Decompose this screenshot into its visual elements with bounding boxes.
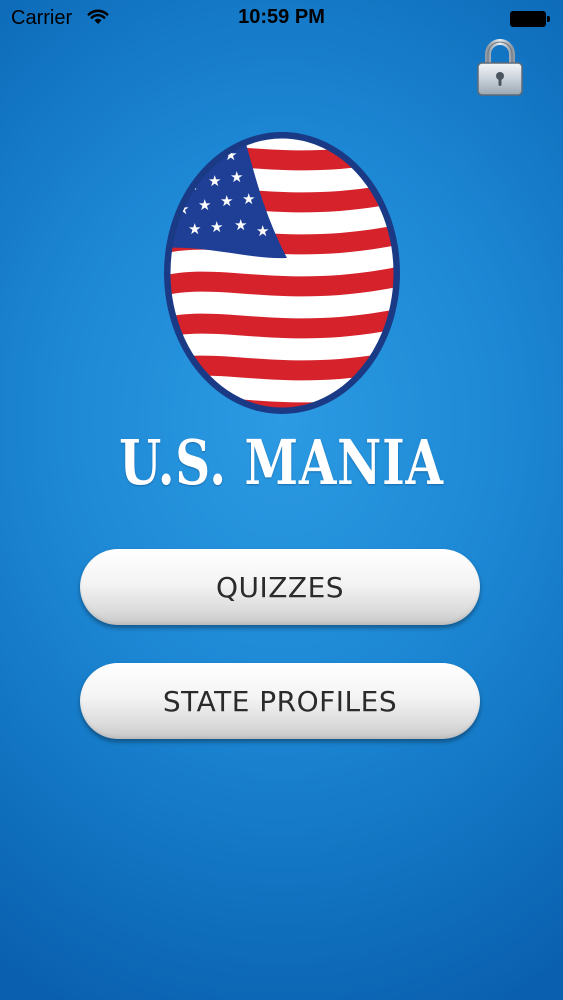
svg-text:★: ★ — [220, 192, 233, 210]
svg-text:★: ★ — [234, 216, 247, 234]
lock-button[interactable] — [474, 36, 526, 98]
american-flag-logo: ★★★ ★★★ ★★★★ ★★★★ — [162, 130, 402, 420]
svg-text:★: ★ — [198, 196, 211, 214]
quizzes-button-label: QUIZZES — [215, 570, 345, 604]
state-profiles-button[interactable]: STATE PROFILES — [80, 663, 480, 739]
app-title: U.S. MANIA — [119, 426, 444, 499]
svg-text:★: ★ — [210, 218, 223, 236]
padlock-icon — [477, 39, 523, 96]
quizzes-button[interactable]: QUIZZES — [80, 549, 480, 625]
status-bar: Carrier 10:59 PM — [0, 0, 563, 40]
svg-text:★: ★ — [188, 220, 201, 238]
battery-icon — [510, 11, 550, 27]
state-profiles-button-label: STATE PROFILES — [162, 684, 398, 718]
svg-text:★: ★ — [208, 172, 221, 190]
svg-text:★: ★ — [256, 222, 269, 240]
svg-text:★: ★ — [242, 190, 255, 208]
svg-text:★: ★ — [180, 156, 193, 174]
status-time: 10:59 PM — [238, 6, 325, 28]
svg-text:★: ★ — [230, 168, 243, 186]
